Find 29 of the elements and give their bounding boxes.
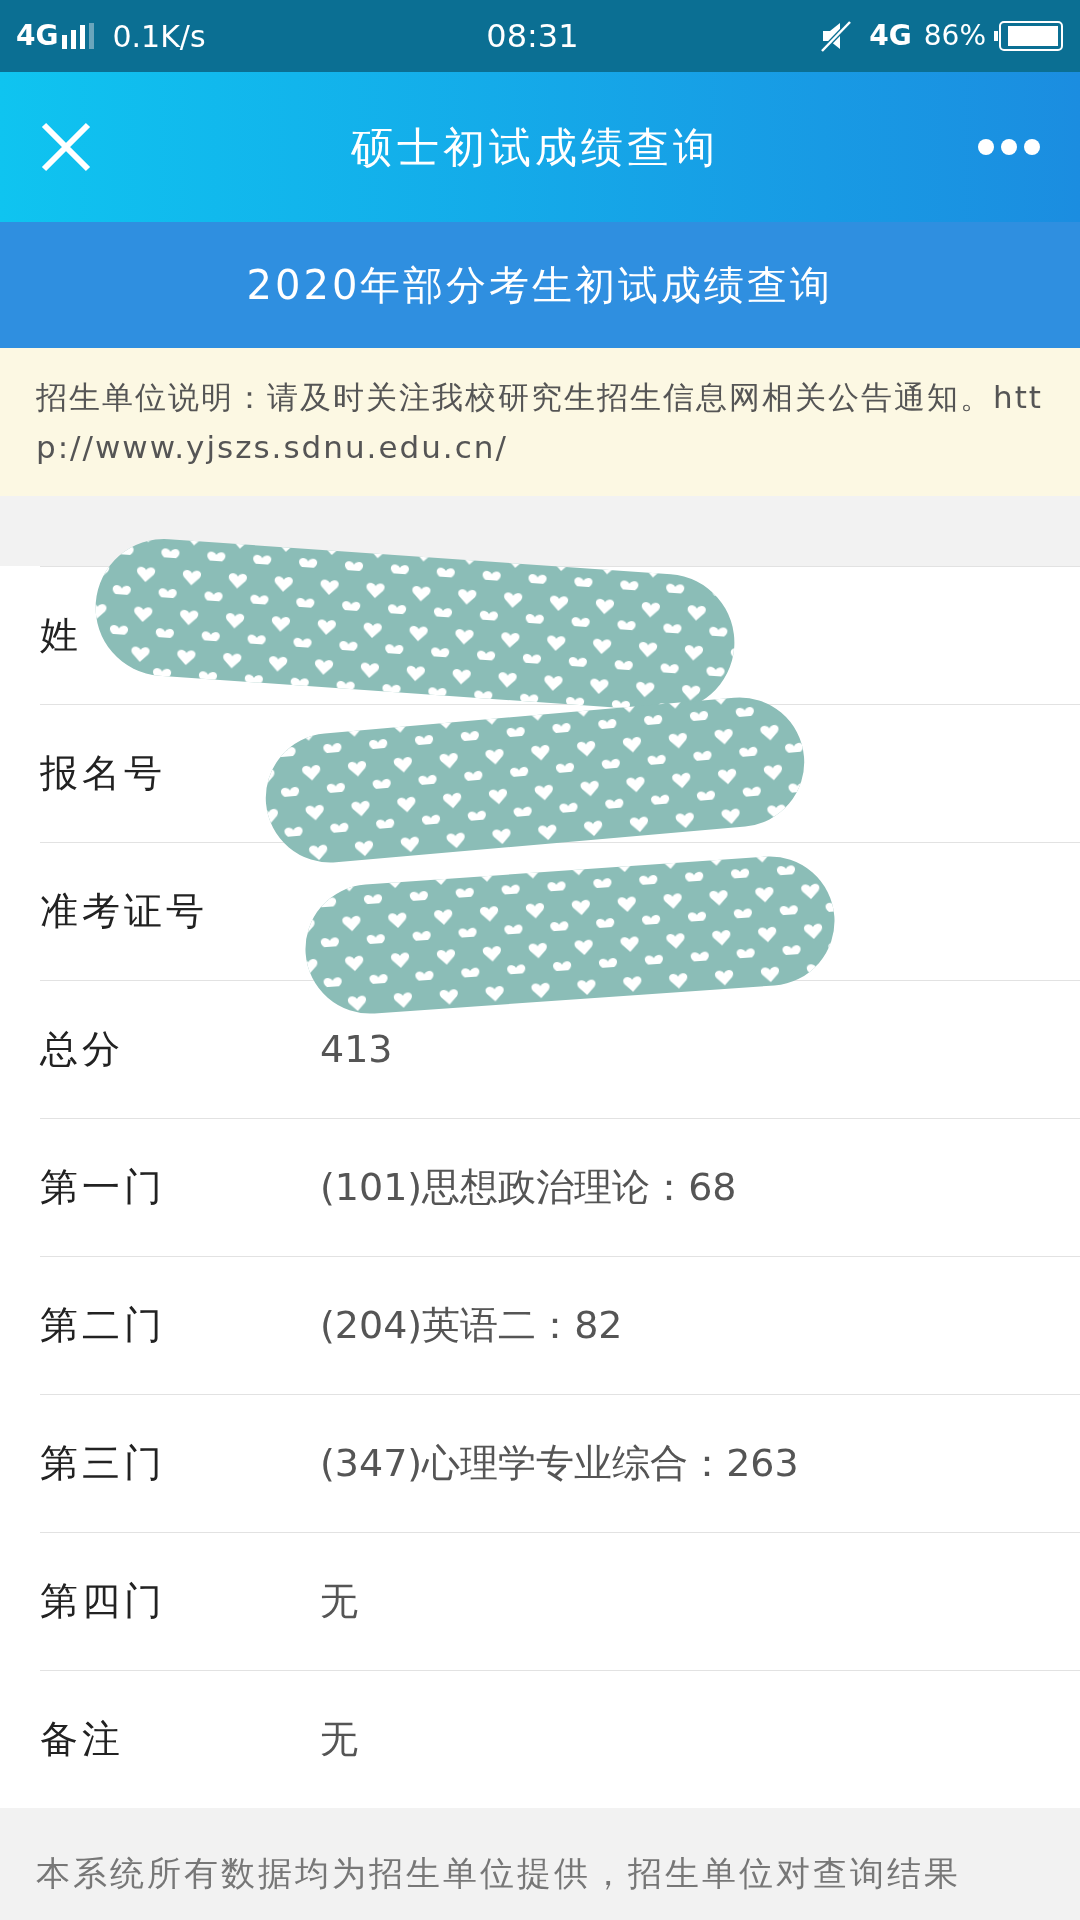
battery-percent: 86%	[923, 18, 986, 54]
notice-text: 招生单位说明：请及时关注我校研究生招生信息网相关公告通知。http://www.yjszs.sdnu.edu.cn/	[36, 378, 1044, 467]
close-icon[interactable]	[40, 121, 92, 173]
clock: 08:31	[485, 16, 579, 57]
disclaimer-text: 本系统所有数据均为招生单位提供，招生单位对查询结果	[36, 1852, 962, 1895]
field-label: 第二门	[40, 1302, 167, 1349]
field-value: 无	[320, 1716, 358, 1763]
field-label: 备注	[40, 1716, 125, 1763]
field-label: 准考证号	[40, 888, 209, 935]
field-label: 总分	[40, 1026, 125, 1073]
field-label: 第四门	[40, 1578, 167, 1625]
field-value: 413	[320, 1026, 393, 1073]
signal-icon	[62, 23, 97, 49]
field-label: 第一门	[40, 1164, 167, 1211]
network-label: 4G	[869, 18, 912, 54]
field-value: (204)英语二：82	[320, 1302, 623, 1349]
speed-label: 0.1K/s	[112, 17, 206, 56]
page-title: 硕士初试成绩查询	[350, 121, 720, 174]
more-icon[interactable]	[978, 139, 1040, 155]
mute-icon	[819, 19, 854, 53]
field-label: 报名号	[40, 750, 167, 797]
field-label: 第三门	[40, 1440, 167, 1487]
network-label: 4G	[16, 18, 59, 54]
battery-icon	[994, 21, 1064, 51]
field-value: (347)心理学专业综合：263	[320, 1440, 799, 1487]
banner: 2020年部分考生初试成绩查询	[0, 222, 1080, 348]
field-value: (101)思想政治理论：68	[320, 1164, 737, 1211]
field-label: 姓	[40, 612, 83, 659]
field-value: 无	[320, 1578, 358, 1625]
